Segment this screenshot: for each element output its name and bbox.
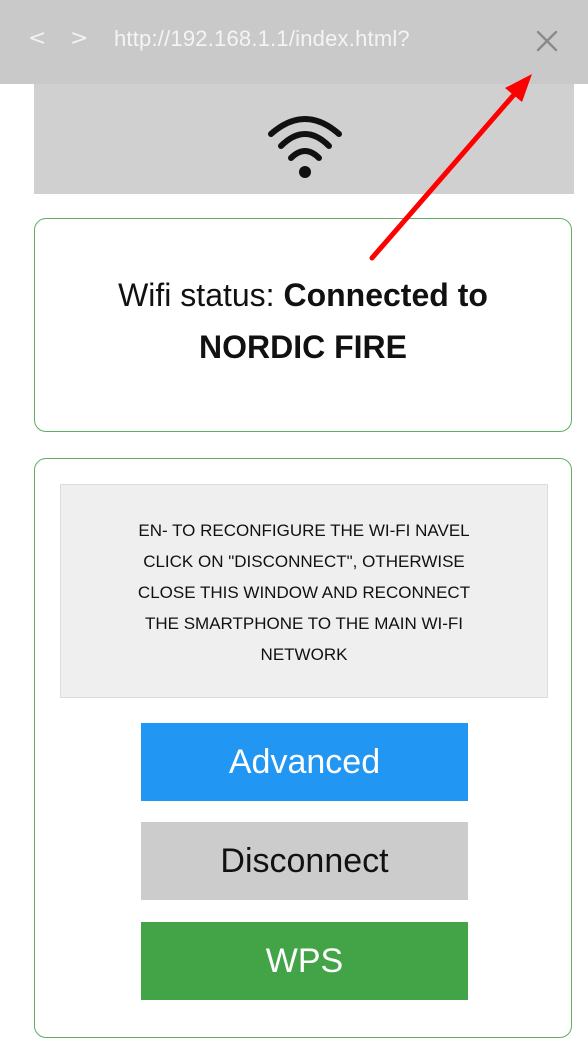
wifi-status-value-line2: NORDIC FIRE — [199, 329, 407, 365]
notice-line: CLICK ON "DISCONNECT", OTHERWISE — [143, 552, 465, 571]
notice-text: EN- TO RECONFIGURE THE WI-FI NAVEL CLICK… — [61, 515, 547, 670]
notice-line: NETWORK — [260, 645, 348, 664]
reconfigure-notice: EN- TO RECONFIGURE THE WI-FI NAVEL CLICK… — [60, 484, 548, 698]
disconnect-button[interactable]: Disconnect — [141, 822, 468, 900]
notice-line: CLOSE THIS WINDOW AND RECONNECT — [137, 583, 471, 602]
browser-bar: < > http://192.168.1.1/index.html? — [0, 0, 588, 84]
wifi-icon — [268, 116, 342, 178]
notice-line: EN- TO RECONFIGURE THE WI-FI NAVEL — [138, 521, 470, 540]
wifi-status-card: Wifi status: Connected to NORDIC FIRE — [34, 218, 572, 432]
chevron-left-icon[interactable]: < — [28, 28, 46, 50]
close-icon[interactable] — [530, 24, 564, 58]
advanced-button[interactable]: Advanced — [141, 723, 468, 801]
notice-line: THE SMARTPHONE TO THE MAIN WI-FI — [145, 614, 463, 633]
wps-button[interactable]: WPS — [141, 922, 468, 1000]
wifi-status-label: Wifi status: — [118, 277, 284, 313]
wifi-status-text: Wifi status: Connected to NORDIC FIRE — [35, 269, 571, 373]
chevron-right-icon[interactable]: > — [70, 28, 88, 50]
wifi-status-value-line1: Connected to — [283, 277, 488, 313]
address-bar-url[interactable]: http://192.168.1.1/index.html? — [114, 26, 410, 52]
